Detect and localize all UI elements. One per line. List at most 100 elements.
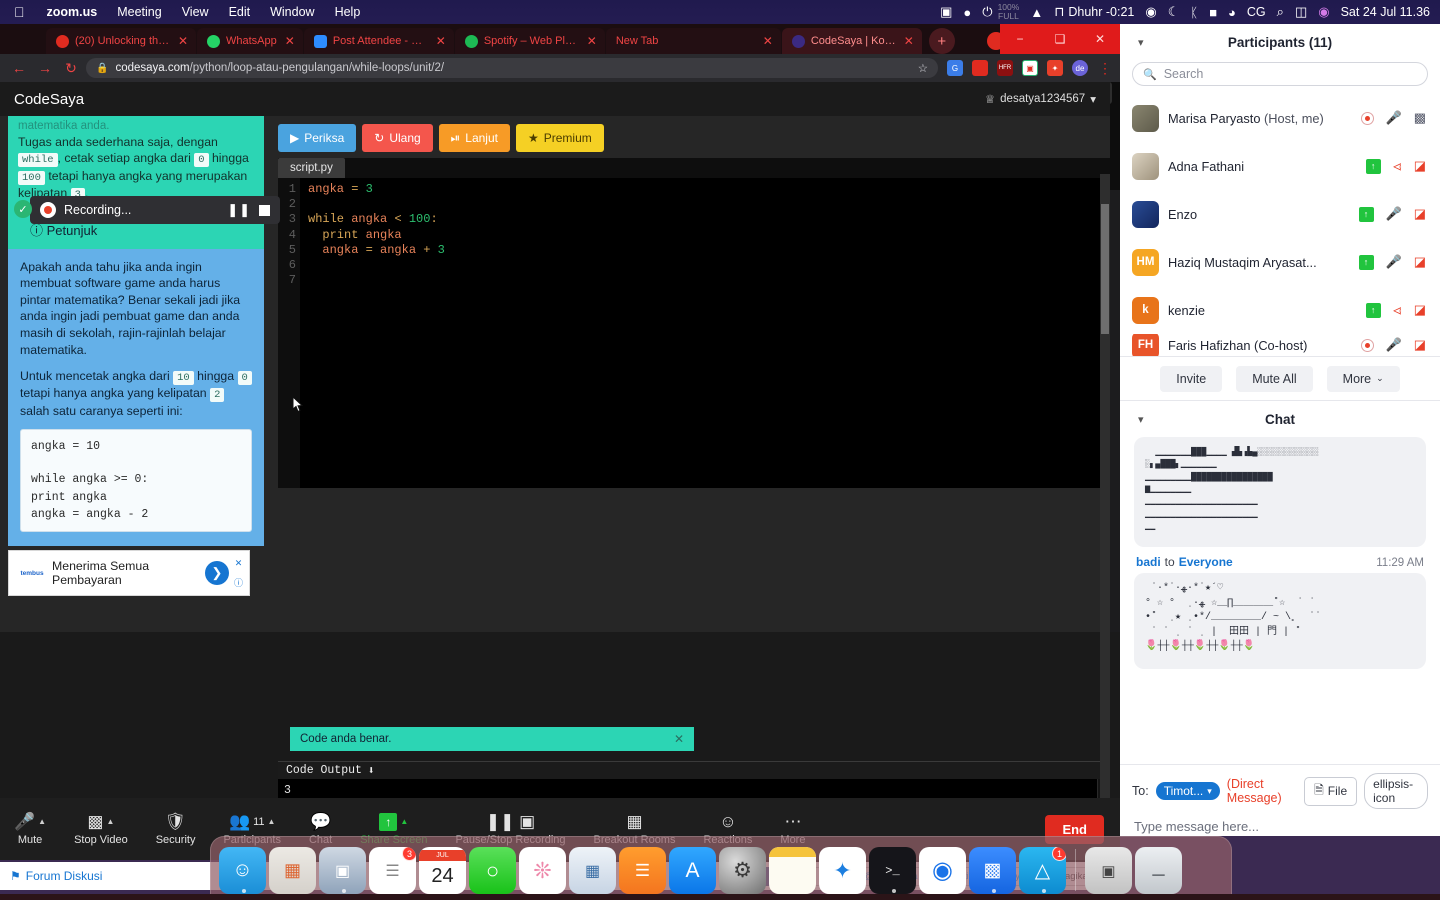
maximize-browser-button[interactable]: ❑ [1040,24,1080,54]
dock-app-notes[interactable] [769,847,816,894]
video-record-icon[interactable]: ▣ [940,4,952,20]
advertisement-banner[interactable]: tembus Menerima Semua Pembayaran ❯ ✕ ⓘ [8,550,250,596]
dock-app-safari[interactable]: ✦ [819,847,866,894]
dock-app-keynote[interactable]: ▦ [569,847,616,894]
recipient-dropdown[interactable]: Timot... ▾ [1155,782,1220,800]
menu-item-zoom[interactable]: zoom.us [37,5,108,19]
dock-app-calendar[interactable]: JUL 24 [419,847,466,894]
red-ext-icon[interactable] [972,60,988,76]
editor-code-text[interactable]: angka = 3 while angka < 100: print angka… [300,178,1110,488]
browser-tab[interactable]: Post Attendee - Zoom ✕ [303,28,454,54]
dock-app-messages[interactable]: ○ [469,847,516,894]
close-tab-icon[interactable]: ✕ [178,34,188,48]
browser-tab[interactable]: WhatsApp ✕ [197,28,303,54]
apple-logo-icon[interactable]:  [0,5,37,19]
dock-app-app-store[interactable]: A [669,847,716,894]
close-tab-icon[interactable]: ✕ [436,34,446,48]
chevron-right-icon[interactable]: ❯ [204,561,229,585]
participant-row[interactable]: Enzo ↑ 🎤 ◪ [1120,190,1440,238]
wifi-icon[interactable]: ◕ [1228,5,1236,20]
video-off-icon[interactable]: ◪ [1414,337,1426,353]
clock-label[interactable]: Sat 24 Jul 11.36 [1341,5,1430,19]
microphone-icon[interactable]: 🎤 [1386,254,1402,270]
video-off-icon[interactable]: ◪ [1414,158,1426,174]
firefox-ext-icon[interactable]: ✦ [1047,60,1063,76]
stop-icon[interactable] [259,204,270,216]
chat-more-button[interactable]: ellipsis-icon [1364,773,1428,809]
lanjut-button[interactable]: ⏯ Lanjut [438,124,510,152]
new-tab-icon[interactable]: + [928,28,955,54]
reload-icon[interactable]: ↻ [60,60,82,77]
info-icon[interactable]: ⓘ [234,576,243,589]
prayer-time-status[interactable]: ⊓ Dhuhr -0:21 [1054,4,1134,20]
dock-screenshot-folder[interactable]: ▣ [1085,847,1132,894]
dock-app-system-preferences[interactable]: ⚙ [719,847,766,894]
microphone-icon[interactable]: 🎤 [1386,337,1402,353]
star-icon[interactable]: ☆ [918,61,928,75]
url-input[interactable]: 🔒 codesaya.com/python/loop-atau-pengulan… [86,58,938,78]
mute-button[interactable]: 🎤 ▲ Mute [0,798,60,860]
moon-icon[interactable]: ☾ [1168,4,1180,20]
dock-app-whale[interactable]: △ 1 [1019,847,1066,894]
browser-tab-active[interactable]: CodeSaya | Kondisi | P ✕ [781,28,922,54]
close-tab-icon[interactable]: ✕ [285,34,295,48]
dock-app-reminders[interactable]: ☰ 3 [369,847,416,894]
participant-row[interactable]: Marisa Paryasto (Host, me) 🎤 ▩ [1120,94,1440,142]
chevron-down-icon[interactable]: ▾ [1138,36,1144,49]
browser-tab[interactable]: New Tab ✕ [605,28,781,54]
participant-row[interactable]: k kenzie ↑ ⏿ ◪ [1120,286,1440,334]
screen-share-icon[interactable]: ↑ [1365,158,1381,174]
bluetooth-icon[interactable]: ᛕ [1190,5,1198,20]
mute-all-button[interactable]: Mute All [1236,365,1313,392]
video-off-icon[interactable]: ◪ [1414,206,1426,222]
timer-icon[interactable]: ◉ [1145,4,1156,20]
chat-message-bubble[interactable]: ▁▁▁▁▁▁▁███▁▁▁▁ ▟▙▗▙▄░░░░░░░░░░░░ ░▖▄███▖… [1134,437,1426,547]
x-icon[interactable]: ✕ [235,558,243,569]
participant-row[interactable]: HM Haziq Mustaqim Aryasat... ↑ 🎤 ◪ [1120,238,1440,286]
page-scroll-thumb[interactable] [1101,204,1109,334]
editor-code-area[interactable]: 1 2 3 4 5 6 7 angka = 3 while angka < 10… [278,178,1110,488]
screen-share-icon[interactable]: ↑ [1358,254,1374,270]
pause-icon[interactable]: ❚❚ [227,202,251,218]
menu-item-help[interactable]: Help [325,5,371,19]
menu-item-edit[interactable]: Edit [219,5,261,19]
premium-button[interactable]: ★ Premium [515,124,604,152]
security-button[interactable]: 🛡 Security [142,798,210,860]
periksa-button[interactable]: ▶ Periksa [278,124,357,152]
close-tab-icon[interactable]: ✕ [587,34,597,48]
dock-app-books[interactable]: ☰ [619,847,666,894]
user-menu[interactable]: ♕ desatya1234567 ▾ [985,92,1096,106]
dock-app-terminal[interactable]: >_ [869,847,916,894]
hfr-ext-icon[interactable]: HFR [997,60,1013,76]
calendar-ext-icon[interactable]: ▣ [1022,60,1038,76]
dock-app-photo-booth[interactable]: ▣ [319,847,366,894]
google-docs-ext-icon[interactable]: G [947,60,963,76]
minimize-browser-button[interactable]: − [1000,24,1040,54]
participant-row[interactable]: Adna Fathani ↑ ⏿ ◪ [1120,142,1440,190]
invite-button[interactable]: Invite [1160,365,1223,392]
search-icon[interactable]: ⌕ [1277,4,1284,20]
video-off-icon[interactable]: ◪ [1414,254,1426,270]
bell-icon[interactable]: ▲ [1030,5,1043,20]
menu-item-window[interactable]: Window [260,5,324,19]
microphone-icon[interactable]: 🎤 [1386,110,1402,126]
control-center-icon[interactable]: ◫ [1295,4,1307,20]
menu-item-meeting[interactable]: Meeting [107,5,171,19]
menu-item-view[interactable]: View [172,5,219,19]
mic-muted-icon[interactable]: ⏿ [1393,158,1402,174]
dock-trash[interactable]: ⚊ [1135,847,1182,894]
code-editor[interactable]: script.py 1 2 3 4 5 6 7 angka = 3 while … [278,158,1110,488]
close-tab-icon[interactable]: ✕ [763,34,773,48]
dock-app-chrome[interactable]: ◉ [919,847,966,894]
chat-message-input[interactable]: Type message here... [1120,809,1440,834]
battery-charging-icon[interactable]: ■ [1209,5,1217,20]
input-source-label[interactable]: CG [1247,5,1266,19]
dropbox-icon[interactable]: ● [963,5,971,20]
participant-row[interactable]: FH Faris Hafizhan (Co-host) 🎤 ◪ [1120,334,1440,356]
browser-tab[interactable]: Spotify – Web Player ✕ [454,28,605,54]
dock-app-photos[interactable]: ❊ [519,847,566,894]
participants-more-button[interactable]: More ⌄ [1326,365,1400,392]
kebab-menu-icon[interactable]: ⋮ [1098,60,1112,77]
participants-search-input[interactable]: 🔍 Search [1132,62,1428,86]
dock-app-zoom[interactable]: ▩ [969,847,1016,894]
